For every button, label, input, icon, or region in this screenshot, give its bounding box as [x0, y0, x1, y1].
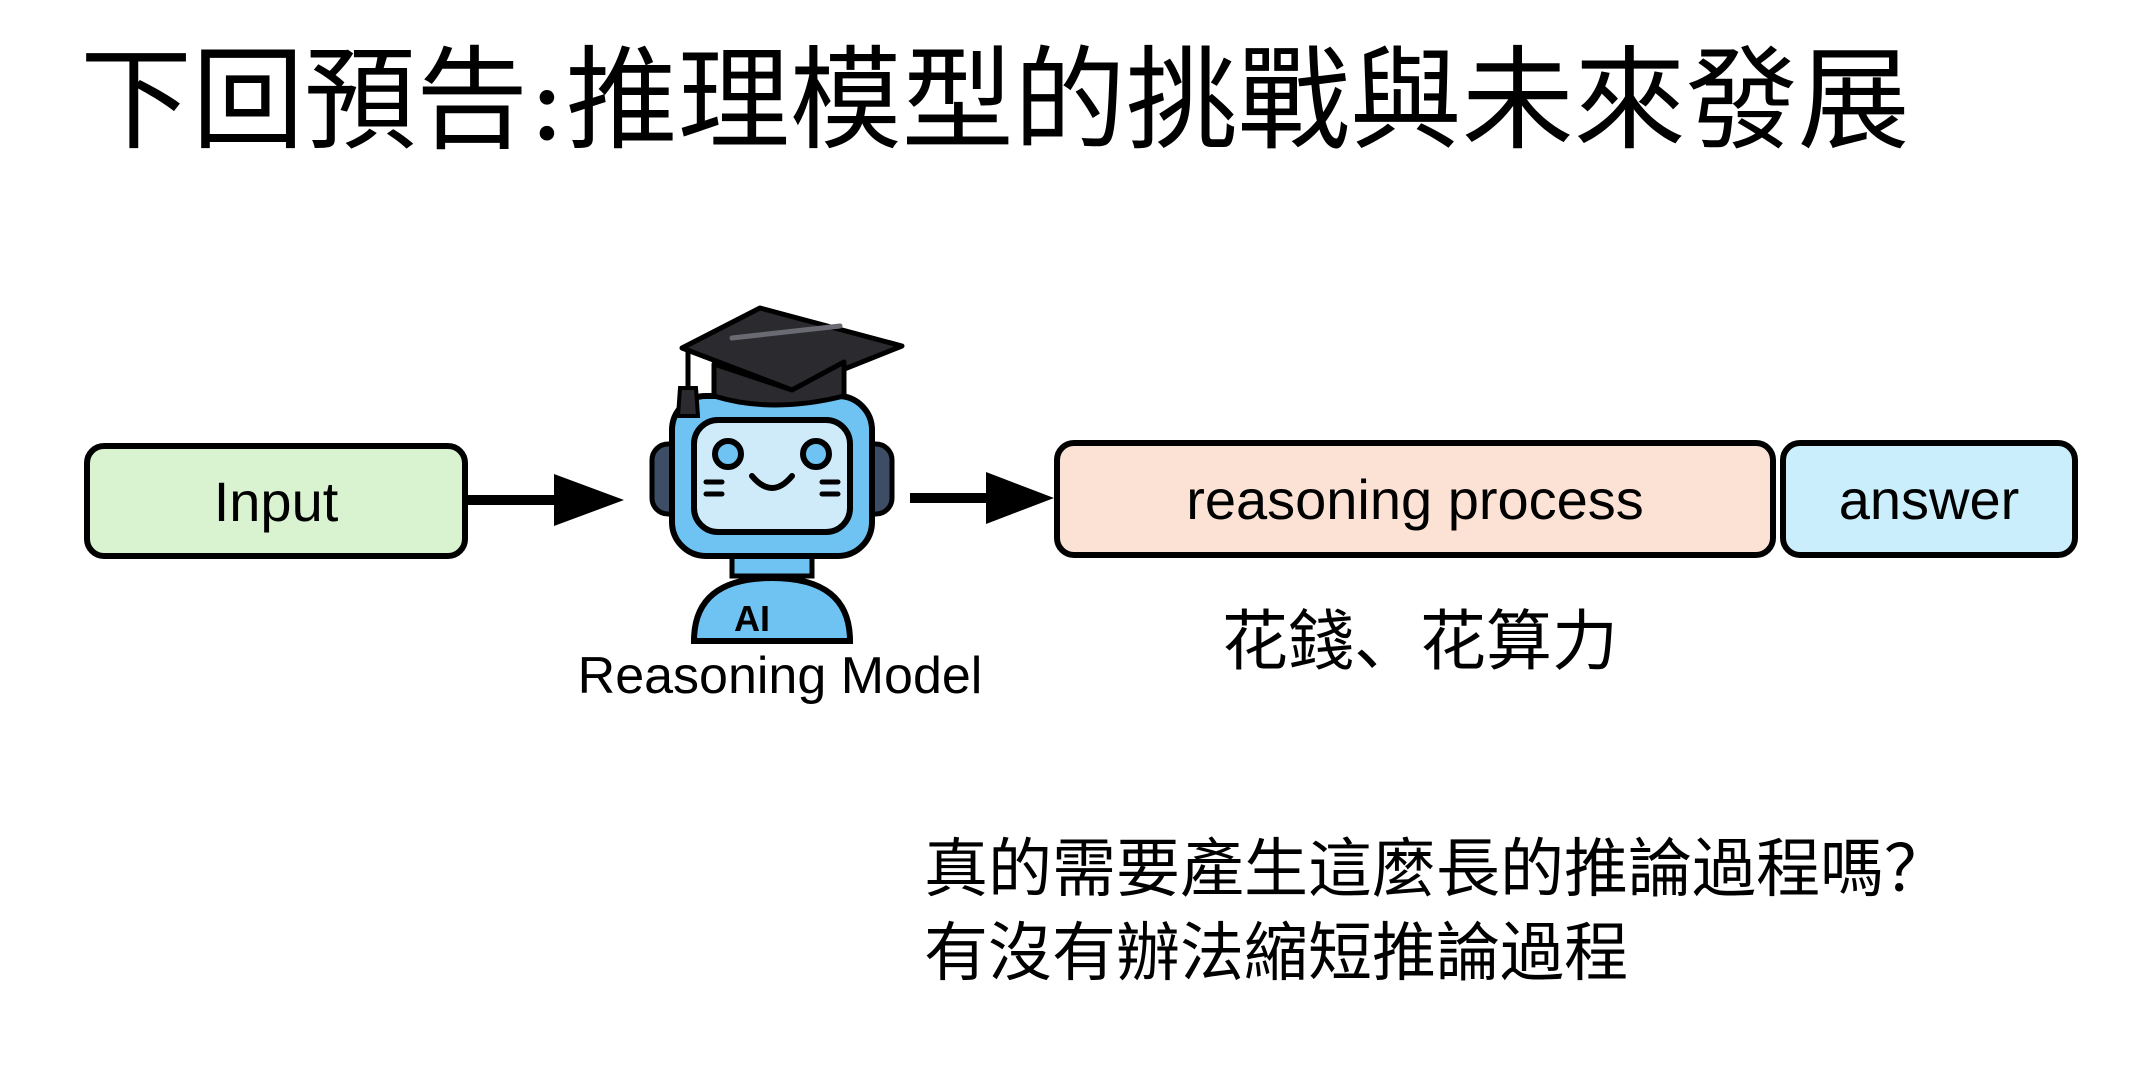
robot-icon: AI	[649, 305, 905, 644]
cost-note: 花錢、花算力	[1222, 603, 1618, 680]
arrow-input-to-model	[468, 474, 624, 526]
arrow-model-to-output	[910, 472, 1054, 524]
answer-box: answer	[1780, 440, 2078, 558]
answer-label: answer	[1838, 467, 2020, 531]
question-line-1: 真的需要產生這麼長的推論過程嗎？	[924, 833, 1948, 907]
input-label: Input	[213, 469, 339, 533]
tassel-icon	[675, 386, 701, 418]
reasoning-process-box: reasoning process	[1054, 440, 1776, 558]
robot-body-icon	[690, 574, 854, 644]
robot-badge: AI	[734, 598, 770, 639]
question-line-2: 有沒有辦法縮短推論過程	[924, 917, 1628, 991]
slide-title: 下回預告:推理模型的挑戰與未來發展	[80, 36, 1910, 166]
model-label: Reasoning Model	[577, 647, 983, 705]
reasoning-process-label: reasoning process	[1186, 467, 1644, 531]
robot-screen-icon	[691, 417, 853, 535]
input-box: Input	[84, 443, 468, 559]
